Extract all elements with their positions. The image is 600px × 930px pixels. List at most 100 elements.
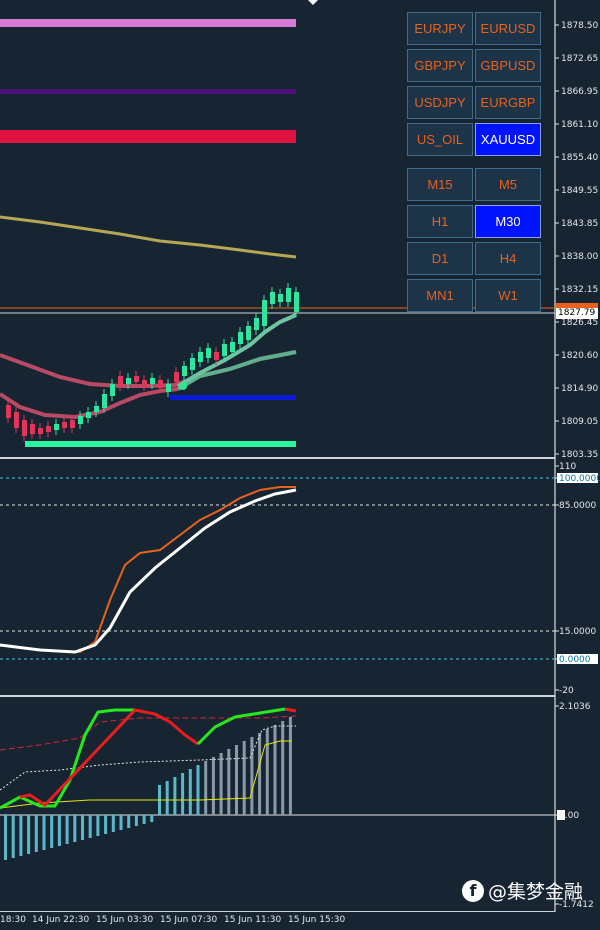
macd-main-line-red — [19, 708, 199, 807]
ma-green-lower — [176, 350, 297, 391]
timeframe-button-d1[interactable]: D1 — [407, 242, 473, 275]
price-tick-label: 1838.00 — [561, 252, 598, 262]
candle-body — [62, 422, 67, 428]
macd-bar — [219, 753, 223, 815]
candle-body — [246, 326, 251, 340]
macd-bar — [88, 815, 92, 838]
candle-body — [150, 378, 155, 384]
stoch-level-label: 0.0000 — [559, 655, 591, 665]
candle-body — [102, 394, 107, 408]
candle-body — [22, 420, 27, 436]
macd-bar — [81, 815, 84, 840]
macd-histogram — [4, 717, 292, 860]
price-tick-label: 1803.35 — [561, 450, 598, 460]
candle-body — [30, 424, 35, 434]
price-tick-label: 1809.05 — [561, 417, 598, 427]
symbol-button-usdjpy[interactable]: USDJPY — [407, 86, 473, 119]
stochastic-axis: 110 100.0000 85.0000 15.0000 0.0000 -20 — [555, 462, 600, 696]
timeframe-button-h1[interactable]: H1 — [407, 205, 473, 238]
candle-body — [38, 428, 43, 434]
macd-bar — [150, 815, 154, 822]
chart-shift-marker[interactable] — [308, 0, 318, 5]
stoch-signal-line — [0, 486, 296, 654]
macd-bar — [65, 815, 69, 844]
macd-bar — [104, 815, 108, 834]
zone-bar-blue — [170, 395, 296, 400]
zone-bar-green — [25, 441, 296, 447]
candle-body — [262, 300, 267, 326]
macd-bar — [119, 815, 123, 830]
macd-bar — [188, 769, 192, 815]
macd-bar — [165, 781, 169, 815]
candle-body — [134, 376, 139, 382]
macd-bar — [181, 773, 185, 815]
time-axis: 18:30 14 Jun 22:30 15 Jun 03:30 15 Jun 07:3… — [0, 911, 555, 925]
stoch-tick-label: 110 — [559, 462, 576, 472]
macd-bar — [288, 717, 292, 815]
stoch-tick-label: 15.0000 — [559, 627, 596, 637]
candle-body — [198, 352, 203, 362]
candle-body — [182, 366, 187, 376]
timeframe-button-h4[interactable]: H4 — [475, 242, 541, 275]
macd-bar — [127, 815, 131, 828]
timeframe-button-m15[interactable]: M15 — [407, 168, 473, 201]
symbol-button-eurgbp[interactable]: EURGBP — [475, 86, 541, 119]
signal-dot — [179, 382, 187, 390]
facebook-icon: f — [462, 879, 484, 902]
symbol-button-eurusd[interactable]: EURUSD — [475, 12, 541, 45]
stoch-level-label: 100.0000 — [559, 474, 600, 484]
stoch-tick-label: 85.0000 — [559, 501, 596, 511]
time-tick-label: 14 Jun 22:30 — [32, 915, 89, 925]
zone-bar-pink — [0, 19, 296, 27]
macd-yellow-line — [0, 740, 292, 809]
macd-bar — [34, 815, 38, 852]
macd-main-line-red-2 — [284, 707, 297, 713]
macd-main-line-green — [0, 708, 135, 810]
ma-slow-line — [0, 215, 297, 259]
candle-body — [78, 416, 83, 424]
price-tick-label: 1820.60 — [561, 351, 598, 361]
symbol-button-gbpusd[interactable]: GBPUSD — [475, 49, 541, 82]
watermark-text: @集梦金融 — [488, 881, 584, 903]
candle-body — [86, 412, 91, 418]
macd-bar — [273, 725, 277, 815]
macd-bar — [211, 757, 215, 815]
ma-green-upper — [176, 313, 297, 388]
candle-body — [174, 372, 179, 382]
candle-body — [158, 380, 163, 388]
candle-body — [70, 420, 75, 428]
time-tick-label: 15 Jun 15:30 — [288, 915, 345, 925]
ma-red-upper — [0, 350, 297, 388]
symbol-button-us-oil[interactable]: US_OIL — [407, 123, 473, 156]
candle-body — [94, 406, 99, 412]
symbol-button-xauusd[interactable]: XAUUSD — [475, 123, 541, 156]
current-price-tag: 1827.79 — [556, 308, 598, 319]
macd-bar — [196, 765, 200, 815]
timeframe-button-mn1[interactable]: MN1 — [407, 279, 473, 312]
symbol-button-eurjpy[interactable]: EURJPY — [407, 12, 473, 45]
time-tick-label: 18:30 — [0, 915, 26, 925]
macd-bar — [250, 737, 254, 815]
macd-bar — [204, 761, 208, 815]
candle-body — [46, 426, 51, 432]
symbol-button-gbpjpy[interactable]: GBPJPY — [407, 49, 473, 82]
macd-bar — [142, 815, 146, 824]
timeframe-button-w1[interactable]: W1 — [475, 279, 541, 312]
candle-body — [278, 294, 283, 302]
price-tick-label: 1832.15 — [561, 285, 598, 295]
macd-bar — [173, 777, 177, 815]
candle-body — [214, 352, 219, 360]
candle-body — [190, 358, 195, 370]
macd-tick-label: 0.00 — [559, 811, 579, 821]
price-tick-label: 1855.40 — [561, 153, 598, 163]
timeframe-button-m5[interactable]: M5 — [475, 168, 541, 201]
timeframe-button-m30[interactable]: M30 — [475, 205, 541, 238]
candle-body — [110, 384, 115, 396]
zone-bar-red — [0, 130, 296, 143]
candle-body — [118, 376, 123, 386]
watermark: f @集梦金融 — [462, 877, 583, 904]
price-tick-label: 1826.45 — [561, 318, 598, 328]
macd-bar — [134, 815, 138, 826]
candle-body — [54, 424, 59, 430]
time-tick-label: 15 Jun 11:30 — [224, 915, 281, 925]
